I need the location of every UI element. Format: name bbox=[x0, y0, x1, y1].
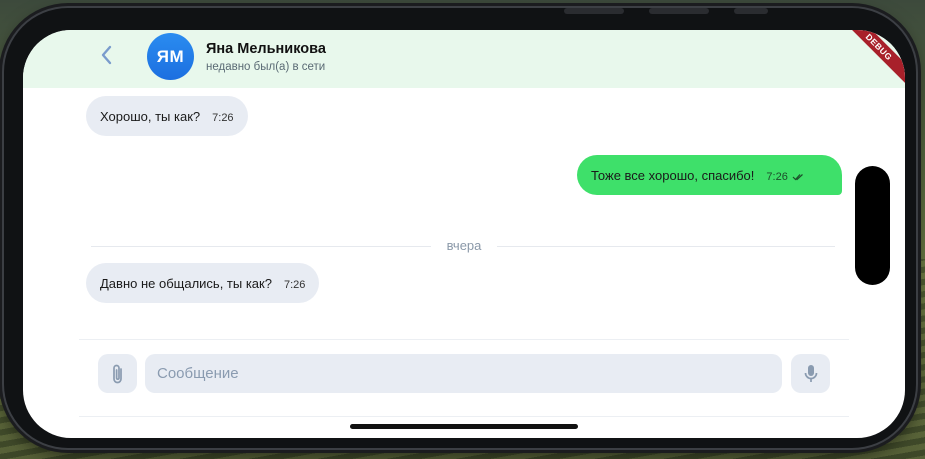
back-button[interactable] bbox=[95, 42, 117, 68]
phone-button bbox=[734, 8, 768, 14]
double-check-icon bbox=[792, 173, 804, 181]
chevron-left-icon bbox=[101, 45, 112, 65]
date-divider-label: вчера bbox=[431, 238, 497, 253]
microphone-icon bbox=[804, 364, 817, 382]
phone-button bbox=[649, 8, 709, 14]
message-bubble-incoming[interactable]: Хорошо, ты как? 7:26 bbox=[86, 96, 248, 136]
avatar[interactable]: ЯМ bbox=[147, 33, 194, 80]
contact-name: Яна Мельникова bbox=[206, 41, 326, 57]
message-text: Тоже все хорошо, спасибо! bbox=[591, 167, 755, 183]
app-screen: ЯМ Яна Мельникова недавно был(а) в сети … bbox=[23, 30, 905, 438]
attach-button[interactable] bbox=[98, 354, 137, 393]
contact-status: недавно был(а) в сети bbox=[206, 61, 326, 73]
mic-button[interactable] bbox=[791, 354, 830, 393]
message-time: 7:26 bbox=[283, 279, 306, 291]
message-bubble-outgoing[interactable]: Тоже все хорошо, спасибо! 7:26 bbox=[577, 155, 842, 195]
composer-divider bbox=[79, 339, 849, 340]
chat-header: ЯМ Яна Мельникова недавно был(а) в сети … bbox=[23, 30, 905, 88]
phone-frame: ЯМ Яна Мельникова недавно был(а) в сети … bbox=[4, 8, 916, 448]
message-time: 7:26 bbox=[766, 171, 788, 183]
message-input[interactable] bbox=[145, 354, 782, 393]
phone-button bbox=[564, 8, 624, 14]
paperclip-icon bbox=[112, 364, 122, 383]
message-text: Хорошо, ты как? bbox=[100, 108, 201, 124]
message-text: Давно не общались, ты как? bbox=[100, 275, 272, 291]
home-indicator[interactable] bbox=[350, 424, 578, 429]
composer-bottom-divider bbox=[79, 416, 849, 417]
message-time: 7:26 bbox=[212, 112, 234, 124]
scroll-handle[interactable] bbox=[855, 166, 890, 285]
debug-banner: DEBUG bbox=[838, 30, 905, 88]
message-bubble-incoming[interactable]: Давно не общались, ты как? 7:26 bbox=[86, 263, 320, 303]
